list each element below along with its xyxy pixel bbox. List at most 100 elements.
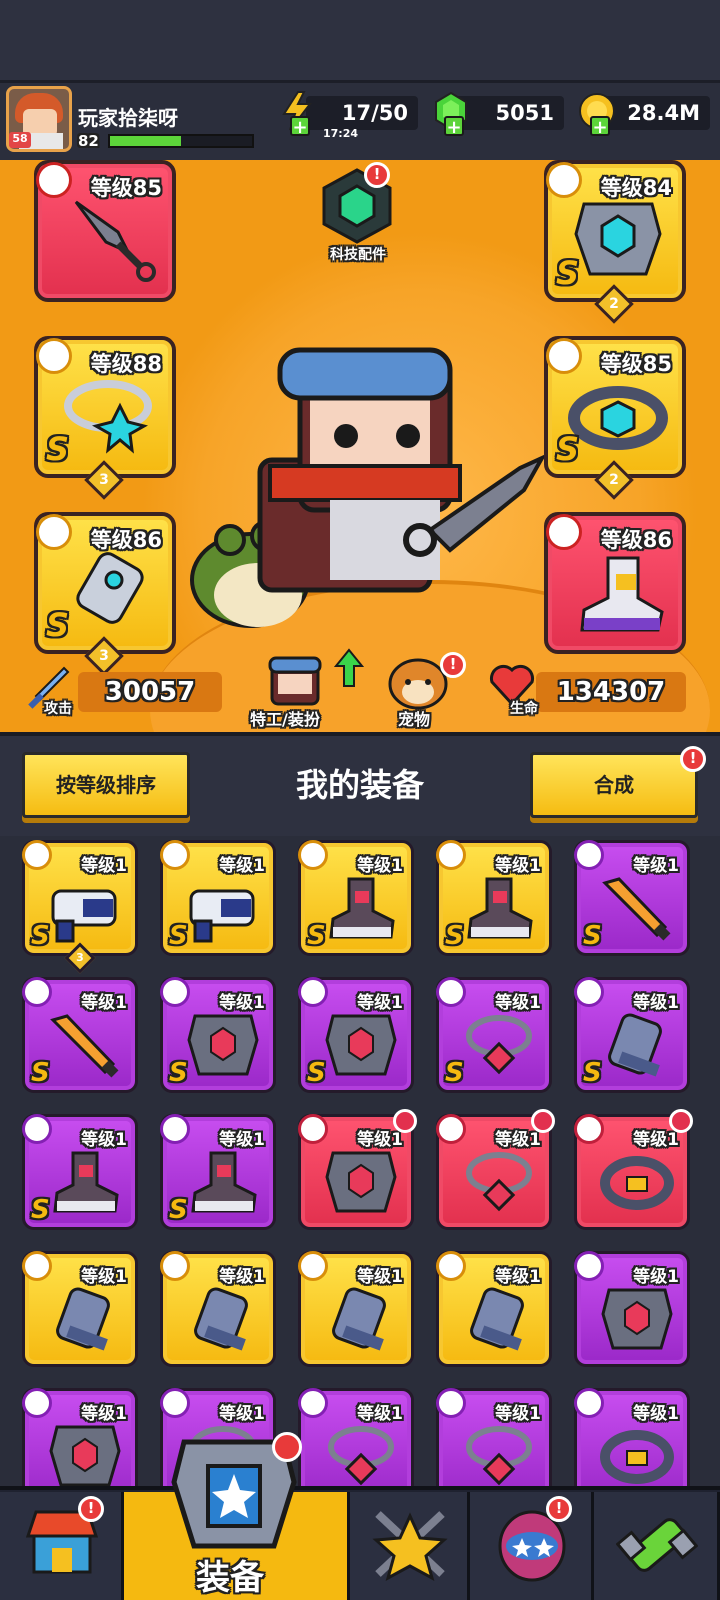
agent-costume-button[interactable]: [266, 654, 332, 708]
equip-slot-belt[interactable]: 等级85 S 2: [544, 336, 686, 500]
combine-button[interactable]: 合成: [530, 752, 698, 818]
item-grade: S: [583, 1058, 602, 1088]
inventory-item[interactable]: 等级1 S: [22, 977, 138, 1093]
belt-category-icon: [546, 338, 582, 374]
item-category-icon: [436, 1251, 466, 1281]
item-category-icon: [574, 840, 604, 870]
item-new-marker: [393, 1109, 417, 1133]
tech-parts-label: 科技配件: [330, 247, 386, 263]
inventory-item[interactable]: 等级1: [574, 1251, 690, 1367]
player-level: 82: [78, 132, 99, 150]
necklace-icon: [64, 380, 152, 454]
item-category-icon: [574, 1114, 604, 1144]
inventory-item[interactable]: 等级1 S: [298, 840, 414, 956]
upgrade-arrow-icon: [334, 648, 364, 687]
inventory-item[interactable]: 等级1 S: [22, 1114, 138, 1230]
gloves-category-icon: [36, 514, 72, 550]
inventory-grid: 等级1 S 3 等级1 S 等级1 S 等级1 S 等级1 S 等级1 S 等级1 S 等级1 S 等级1 S 等级1…: [0, 836, 720, 1486]
item-category-icon: [436, 1388, 466, 1418]
nav-shop-tab[interactable]: !: [0, 1492, 124, 1600]
agent-costume-label: 特工/装扮: [250, 710, 320, 729]
item-category-icon: [22, 977, 52, 1007]
inventory-item[interactable]: 等级1: [22, 1251, 138, 1367]
inventory-item[interactable]: 等级1 S: [298, 977, 414, 1093]
add-gold-button[interactable]: +: [590, 116, 610, 137]
inventory-item[interactable]: 等级1 S: [574, 840, 690, 956]
item-category-icon: [160, 1388, 190, 1418]
item-category-icon: [436, 1114, 466, 1144]
inventory-item[interactable]: 等级1 S: [436, 977, 552, 1093]
gloves-icon: [56, 1287, 110, 1351]
inventory-item[interactable]: 等级1: [436, 1388, 552, 1486]
armor-icon: [325, 1014, 397, 1076]
item-grade: S: [169, 1058, 188, 1088]
gloves-icon: [608, 1013, 662, 1077]
item-category-icon: [298, 1251, 328, 1281]
item-grade: S: [445, 1058, 464, 1088]
item-grade: S: [31, 921, 50, 951]
hp-label: 生命: [510, 701, 538, 717]
shop-alert-badge: !: [78, 1496, 104, 1522]
inventory-item[interactable]: 等级1: [574, 1388, 690, 1486]
equip-slot-gloves[interactable]: 等级86 S 3: [34, 512, 176, 676]
inventory-item[interactable]: 等级1: [298, 1388, 414, 1486]
item-level: 等级1: [357, 1267, 403, 1287]
add-gems-button[interactable]: +: [444, 116, 464, 137]
item-level: 等级1: [633, 1404, 679, 1424]
inventory-item[interactable]: 等级1 S: [160, 977, 276, 1093]
item-category-icon: [22, 1388, 52, 1418]
equip-slot-necklace[interactable]: 等级88 S 3: [34, 336, 176, 500]
nav-gene-tab[interactable]: [594, 1492, 720, 1600]
item-category-icon: [298, 840, 328, 870]
item-level: 等级1: [219, 993, 265, 1013]
inventory-item[interactable]: 等级1 S: [160, 840, 276, 956]
equip-slot-weapon[interactable]: 等级85: [34, 160, 176, 302]
inventory-item[interactable]: 等级1: [22, 1388, 138, 1486]
sort-by-level-button[interactable]: 按等级排序: [22, 752, 190, 818]
item-level: 等级1: [633, 993, 679, 1013]
inventory-item[interactable]: 等级1: [436, 1251, 552, 1367]
inventory-item[interactable]: 等级1: [298, 1109, 417, 1230]
boots-category-icon: [546, 514, 582, 550]
item-grade: S: [307, 921, 326, 951]
nav-hero-tab[interactable]: [350, 1492, 470, 1600]
item-level: 等级1: [495, 1404, 541, 1424]
armor-icon: [601, 1288, 673, 1350]
item-category-icon: [160, 840, 190, 870]
inventory-item[interactable]: 等级1: [160, 1251, 276, 1367]
kunai-icon: [74, 200, 156, 282]
nav-egg-tab[interactable]: !: [470, 1492, 594, 1600]
item-new-marker: [669, 1109, 693, 1133]
weapon-sword-icon: [602, 877, 671, 941]
equip-slot-armor[interactable]: 等级84 S 2: [544, 160, 686, 324]
inventory-item[interactable]: 等级1 S: [436, 840, 552, 956]
equip-slot-boots[interactable]: 等级86: [544, 512, 686, 654]
inventory-item[interactable]: 等级1 S 3: [22, 840, 138, 974]
inventory-item[interactable]: 等级1: [298, 1251, 414, 1367]
add-energy-button[interactable]: +: [290, 116, 310, 137]
item-grade: S: [445, 921, 464, 951]
item-grade: S: [583, 921, 602, 951]
item-level: 等级1: [81, 993, 127, 1013]
attack-label: 攻击: [44, 701, 72, 717]
equipment-new-badge: [272, 1432, 302, 1462]
item-level: 等级1: [357, 856, 403, 876]
weapon-gun-icon: [51, 889, 117, 943]
boots-icon: [580, 556, 664, 632]
necklace-icon: [466, 1426, 532, 1486]
item-level: 等级1: [495, 993, 541, 1013]
item-category-icon: [298, 1388, 328, 1418]
item-level: 等级1: [81, 1130, 127, 1150]
inventory-item[interactable]: 等级1: [574, 1109, 693, 1230]
item-category-icon: [436, 840, 466, 870]
belt-icon: [568, 386, 668, 450]
inventory-item[interactable]: 等级1 S: [160, 1114, 276, 1230]
inventory-item[interactable]: 等级1: [436, 1109, 555, 1230]
slot-level: 等级88: [90, 352, 162, 376]
belt-icon: [600, 1156, 674, 1210]
item-level: 等级1: [81, 856, 127, 876]
boots-icon: [329, 877, 395, 939]
inventory-item[interactable]: 等级1 S: [574, 977, 690, 1093]
item-category-icon: [160, 1251, 190, 1281]
xp-bar: [108, 134, 254, 148]
